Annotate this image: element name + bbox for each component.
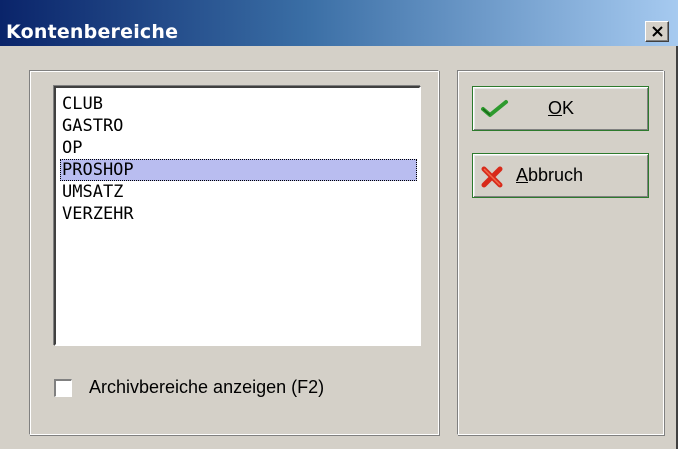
cancel-button-label: Abbruch <box>516 165 583 186</box>
cancel-accel-key: A <box>516 165 529 185</box>
list-item-op[interactable]: OP <box>60 137 417 159</box>
red-x-icon <box>481 166 503 188</box>
list-item-verzehr[interactable]: VERZEHR <box>60 203 417 225</box>
archive-checkbox[interactable] <box>54 379 72 397</box>
checkmark-icon <box>481 100 508 117</box>
list-item-umsatz[interactable]: UMSATZ <box>60 181 417 203</box>
close-button[interactable] <box>645 21 669 42</box>
archive-checkbox-label[interactable]: Archivbereiche anzeigen (F2) <box>89 377 324 398</box>
dialog-window: Kontenbereiche CLUB GASTRO OP PROSHOP UM… <box>0 0 678 449</box>
ok-button[interactable]: OK <box>472 86 649 131</box>
list-item-gastro[interactable]: GASTRO <box>60 115 417 137</box>
close-icon <box>652 26 663 37</box>
list-item-proshop[interactable]: PROSHOP <box>60 159 417 181</box>
accounts-listbox[interactable]: CLUB GASTRO OP PROSHOP UMSATZ VERZEHR <box>54 86 421 346</box>
ok-button-label: OK <box>548 98 574 119</box>
ok-label-rest: K <box>562 98 575 118</box>
list-item-club[interactable]: CLUB <box>60 93 417 115</box>
window-title: Kontenbereiche <box>6 21 179 43</box>
ok-accel-key: O <box>548 98 563 118</box>
title-bar[interactable]: Kontenbereiche <box>0 0 678 46</box>
cancel-label-rest: bbruch <box>528 165 584 185</box>
cancel-button[interactable]: Abbruch <box>472 153 649 198</box>
